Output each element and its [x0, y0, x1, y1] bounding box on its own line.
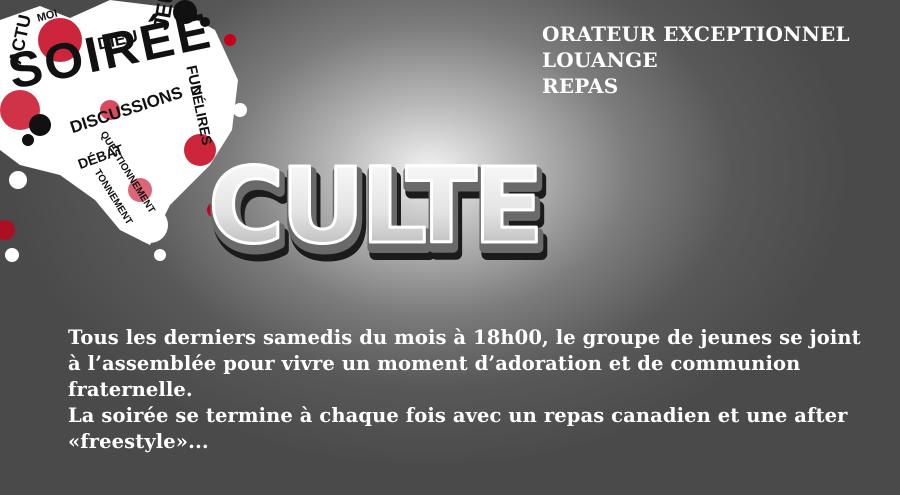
description-paragraph: La soirée se termine à chaque fois avec …: [68, 404, 848, 453]
feature-item: ORATEUR EXCEPTIONNEL: [542, 22, 850, 46]
feature-item: LOUANGE: [542, 48, 658, 72]
description: Tous les derniers samedis du mois à 18h0…: [68, 325, 868, 455]
logo-face: CULTE: [208, 150, 540, 267]
flyer: SOIRÉE ACTU MOI DIEU JEU FUN DÉLIRES DIS…: [0, 0, 900, 495]
feature-item: REPAS: [542, 74, 619, 98]
culte-logo: CULTE CULTE CULTE: [205, 150, 555, 268]
feature-list: ORATEUR EXCEPTIONNEL LOUANGE REPAS: [542, 21, 850, 99]
description-paragraph: Tous les derniers samedis du mois à 18h0…: [68, 326, 861, 401]
